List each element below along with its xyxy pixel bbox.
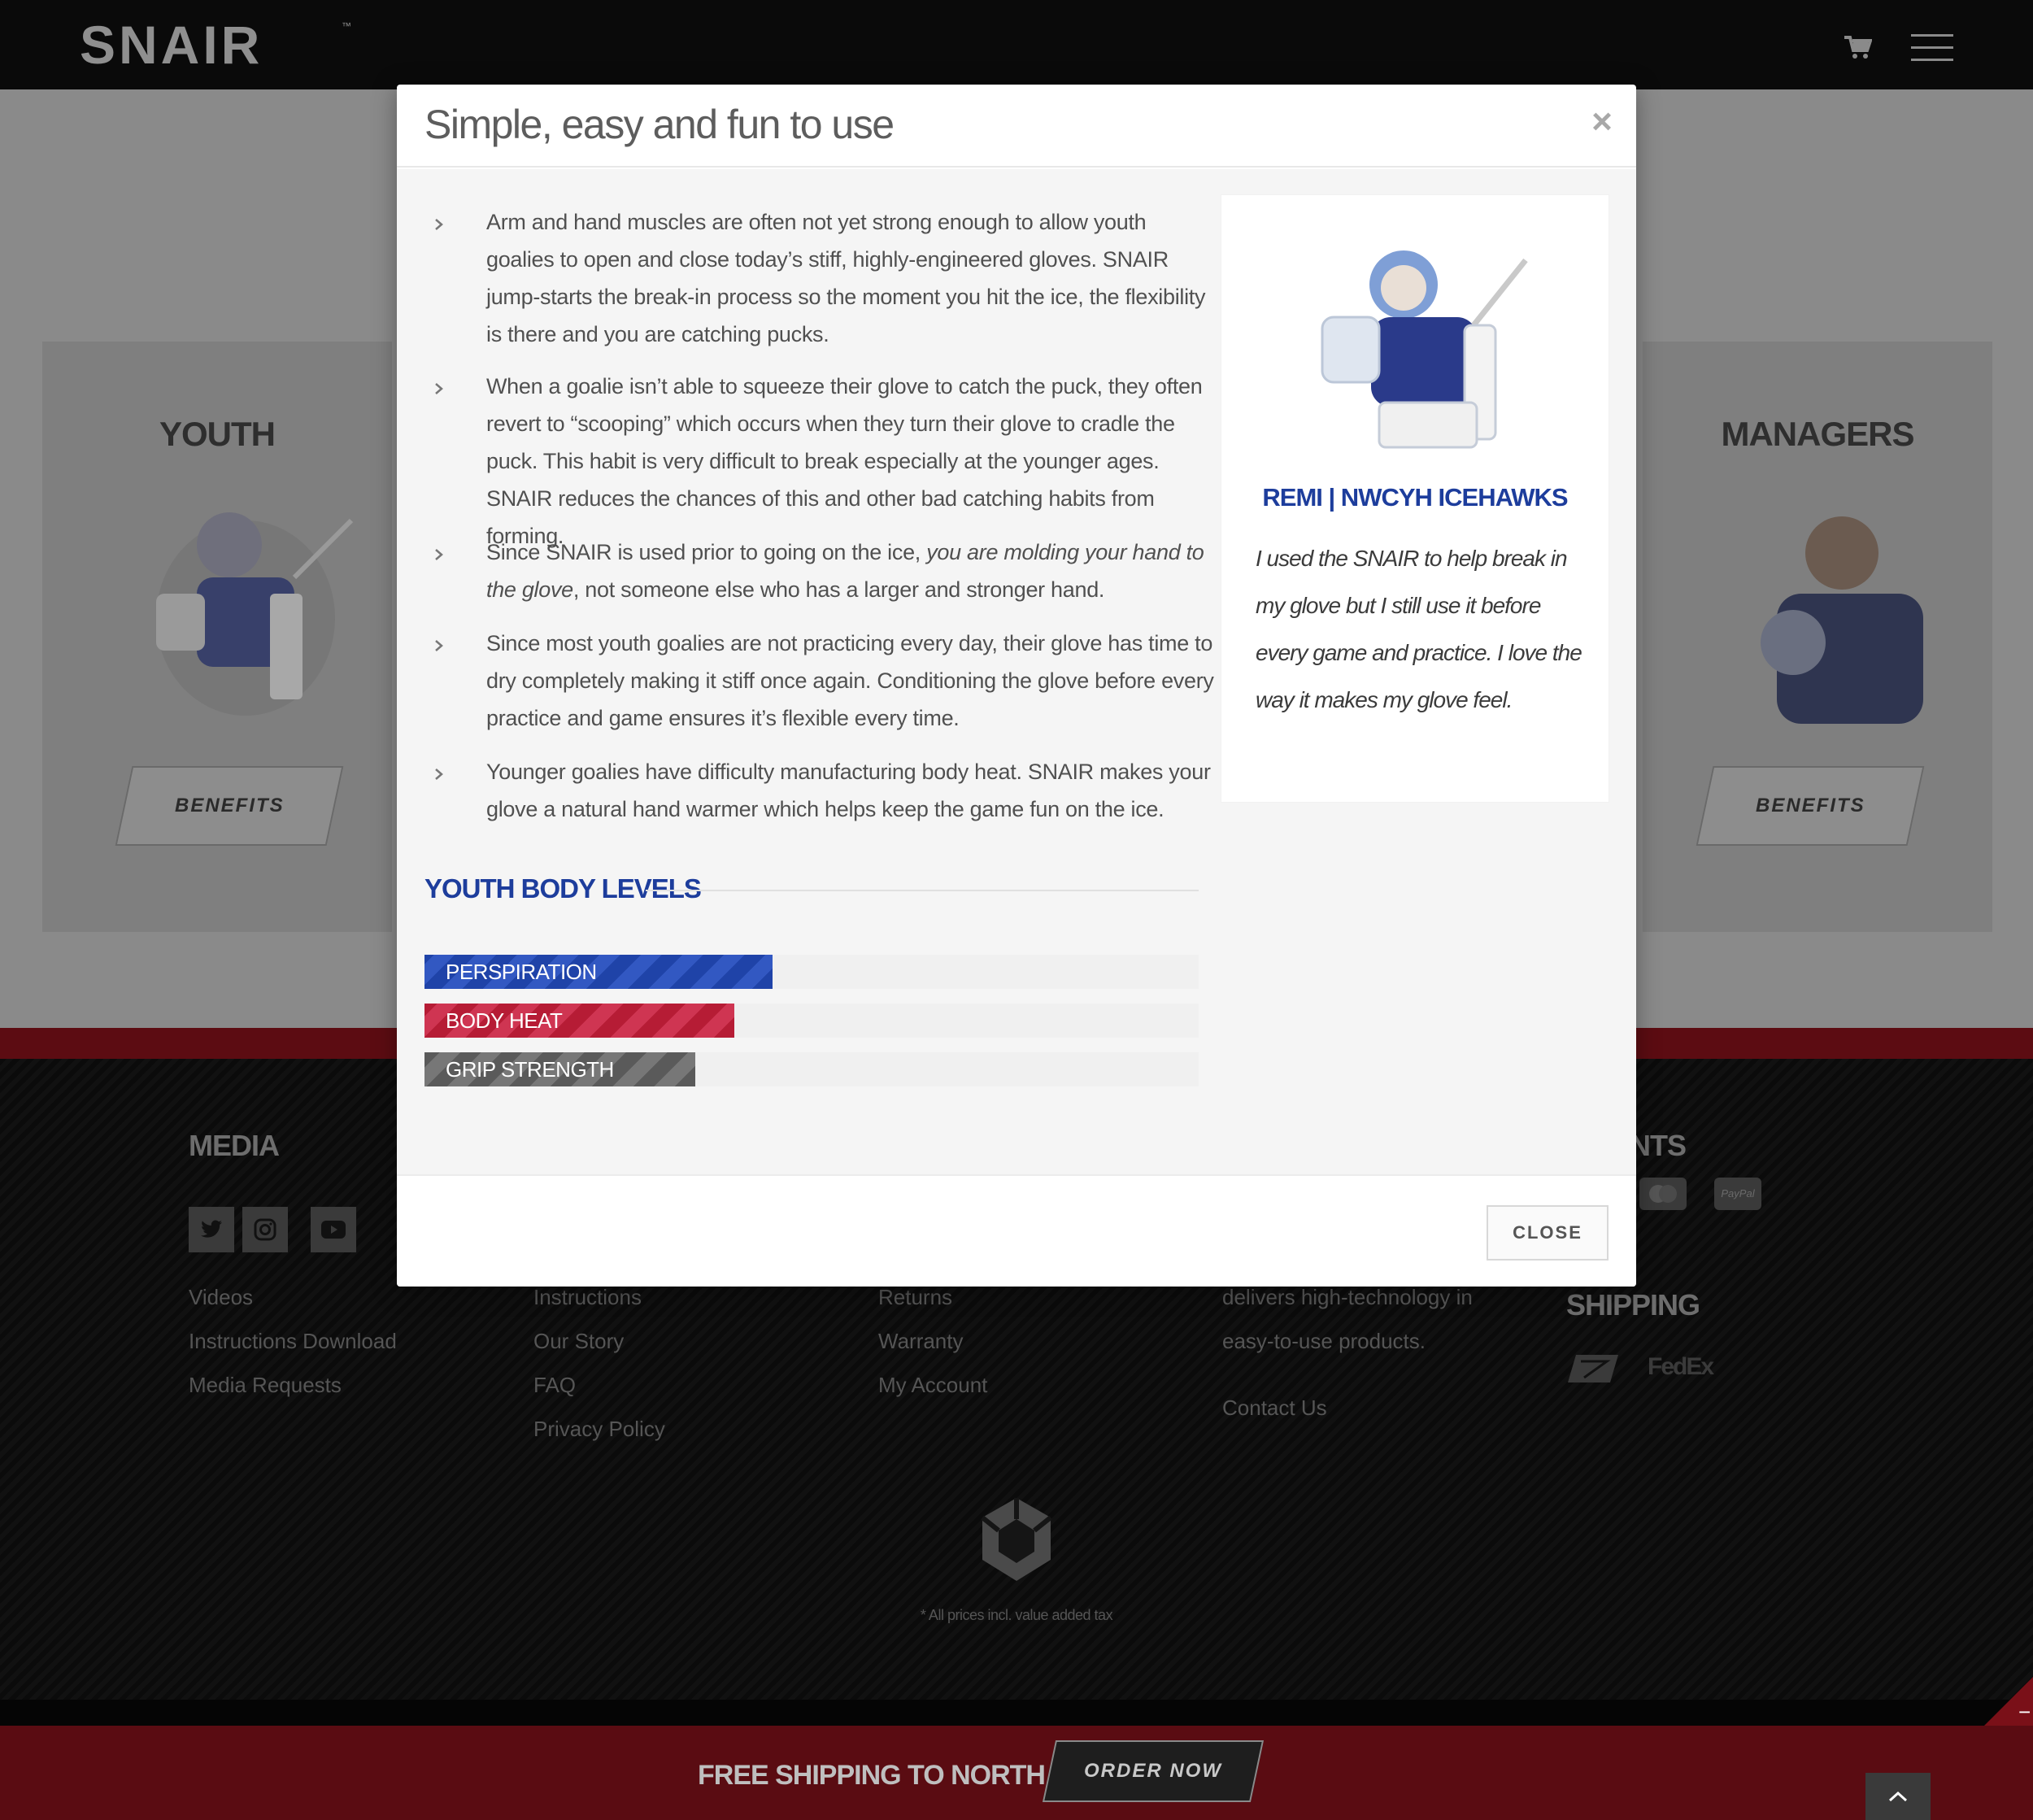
youth-card: YOUTH BENEFITS xyxy=(42,342,392,932)
benefits-button[interactable]: BENEFITS xyxy=(115,766,344,846)
tax-note: * All prices incl. value added tax xyxy=(920,1607,1113,1623)
footer-link[interactable]: Videos xyxy=(189,1285,253,1310)
payments-heading: NTS xyxy=(1630,1129,1687,1162)
close-icon[interactable]: × xyxy=(1584,104,1620,140)
svg-text:SNAIR: SNAIR xyxy=(80,18,263,67)
section-divider xyxy=(646,890,1199,891)
chevron-right-icon xyxy=(435,640,443,651)
chevron-up-icon xyxy=(1888,1791,1908,1802)
mastercard-icon xyxy=(1639,1178,1687,1210)
benefits-modal: Simple, easy and fun to use × Arm and ha… xyxy=(397,85,1636,1287)
youth-goalie-photo xyxy=(1321,250,1528,449)
svg-text:−: − xyxy=(2018,1700,2031,1724)
progress-label: GRIP STRENGTH xyxy=(446,1057,614,1082)
media-heading: MEDIA xyxy=(189,1129,280,1162)
footer-link[interactable]: Media Requests xyxy=(189,1373,342,1398)
benefits-button[interactable]: BENEFITS xyxy=(1696,766,1925,846)
youth-goalie-image xyxy=(156,512,354,716)
contact-us-link[interactable]: Contact Us xyxy=(1222,1395,1327,1421)
progress-label: BODY HEAT xyxy=(446,1008,563,1033)
paypal-icon: PayPal xyxy=(1714,1178,1761,1210)
list-item-text: When a goalie isn’t able to squeeze thei… xyxy=(486,374,1203,548)
card-title: MANAGERS xyxy=(1721,415,1914,453)
instagram-icon[interactable] xyxy=(242,1207,288,1252)
grip-strength-progress-bar: GRIP STRENGTH xyxy=(424,1052,1199,1086)
footer-link[interactable]: Warranty xyxy=(878,1329,964,1354)
testimonial-author: REMI | NWCYH ICEHAWKS xyxy=(1262,483,1568,512)
list-item-text: Younger goalies have difficulty manufact… xyxy=(486,760,1211,821)
testimonial-quote: I used the SNAIR to help break in my glo… xyxy=(1256,546,1582,712)
managers-card: MANAGERS BENEFITS xyxy=(1643,342,1992,932)
modal-footer: CLOSE xyxy=(397,1174,1636,1287)
scroll-to-top-button[interactable] xyxy=(1865,1773,1931,1820)
card-title: YOUTH xyxy=(159,415,276,453)
footer-about-text: delivers high-technology in xyxy=(1222,1285,1473,1309)
perspiration-progress-bar: PERSPIRATION xyxy=(424,955,1199,989)
footer-link[interactable]: My Account xyxy=(878,1373,987,1398)
manager-image xyxy=(1761,516,1923,724)
twitter-icon[interactable] xyxy=(189,1207,234,1252)
modal-title: Simple, easy and fun to use xyxy=(424,102,895,147)
usps-icon xyxy=(1568,1355,1618,1382)
list-item-text: Since most youth goalies are not practic… xyxy=(486,631,1214,730)
youtube-icon[interactable] xyxy=(311,1207,356,1252)
chevron-right-icon xyxy=(435,549,443,560)
svg-text:™: ™ xyxy=(342,20,351,32)
close-button[interactable]: CLOSE xyxy=(1487,1205,1609,1261)
footer-link[interactable]: FAQ xyxy=(533,1373,576,1398)
list-item-text: Since SNAIR is used prior to going on th… xyxy=(486,540,1204,602)
body-heat-progress-bar: BODY HEAT xyxy=(424,1004,1199,1038)
footer-link[interactable]: Our Story xyxy=(533,1329,624,1354)
collapse-bar-toggle[interactable]: − xyxy=(1984,1677,2033,1726)
footer-link[interactable]: Instructions xyxy=(533,1285,642,1310)
fedex-logo: FedEx xyxy=(1648,1353,1714,1380)
footer-link[interactable]: Returns xyxy=(878,1285,952,1310)
bottom-spacer xyxy=(0,1700,2033,1726)
footer-about-text: easy-to-use products. xyxy=(1222,1329,1426,1353)
shipping-heading: SHIPPING xyxy=(1566,1288,1700,1321)
testimonial-card: REMI | NWCYH ICEHAWKS I used the SNAIR t… xyxy=(1221,195,1609,802)
snair-logo[interactable]: SNAIR ™ xyxy=(80,18,356,67)
cart-icon[interactable] xyxy=(1844,34,1872,60)
list-item-text: Arm and hand muscles are often not yet s… xyxy=(486,210,1206,346)
modal-header: Simple, easy and fun to use × xyxy=(397,85,1636,168)
footer-link[interactable]: Instructions Download xyxy=(189,1329,397,1354)
chevron-right-icon xyxy=(435,219,443,230)
site-header: SNAIR ™ xyxy=(0,0,2033,89)
hamburger-icon[interactable] xyxy=(1911,34,1953,62)
order-now-button[interactable]: ORDER NOW xyxy=(1042,1740,1265,1802)
snair-emblem-icon xyxy=(981,1498,1052,1581)
progress-label: PERSPIRATION xyxy=(446,960,597,984)
footer-link[interactable]: Privacy Policy xyxy=(533,1417,665,1442)
chevron-right-icon xyxy=(435,383,443,394)
body-levels-title: YOUTH BODY LEVELS xyxy=(424,873,702,903)
chevron-right-icon xyxy=(435,768,443,780)
